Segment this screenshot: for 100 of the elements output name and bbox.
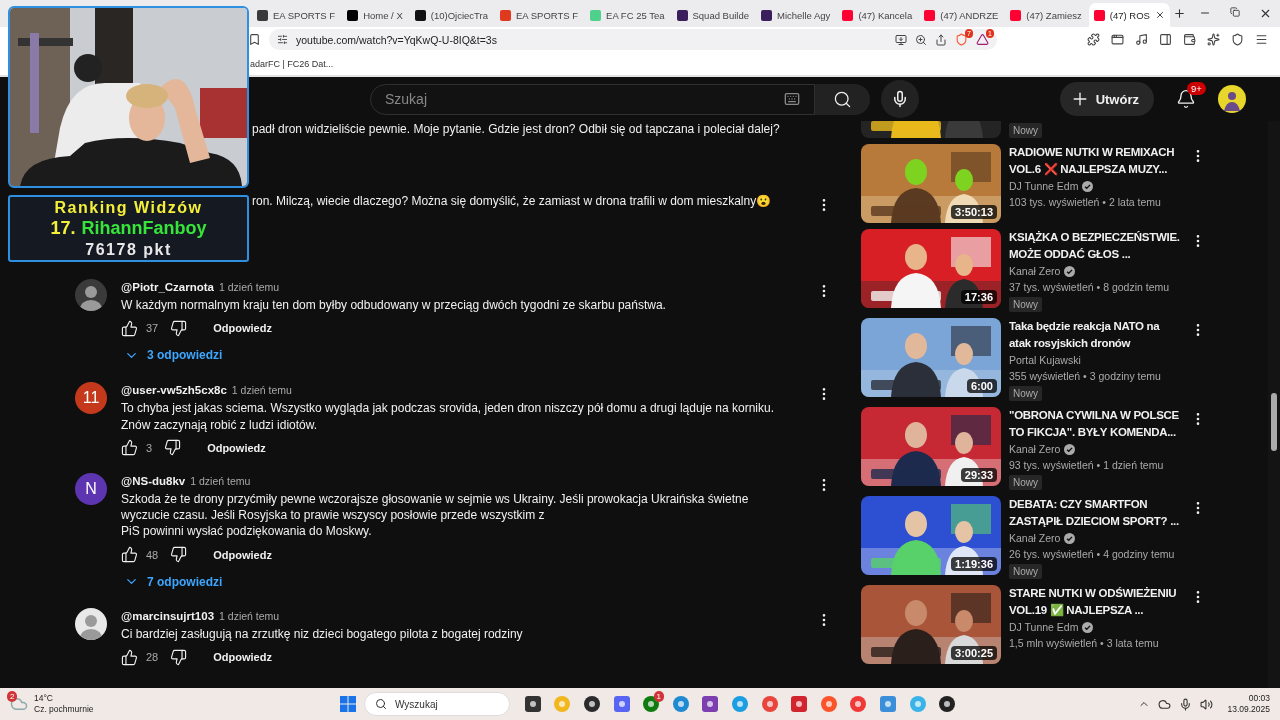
comment-time[interactable]: 1 dzień temu — [219, 279, 280, 295]
close-icon[interactable] — [1154, 10, 1165, 20]
like-icon[interactable] — [121, 439, 138, 457]
sparkles-icon[interactable] — [1207, 33, 1220, 46]
clock-time[interactable]: 00:03 — [1248, 693, 1270, 704]
site-settings-icon[interactable] — [277, 34, 288, 45]
browser-tab[interactable]: Squad Builde — [671, 3, 755, 27]
new-badge: Nowy — [1009, 386, 1042, 401]
dislike-icon[interactable] — [170, 546, 188, 564]
bookmark-icon[interactable] — [248, 33, 261, 46]
avatar[interactable]: 11 — [75, 382, 107, 415]
comment-author[interactable]: @user-vw5zh5cx8c — [121, 382, 227, 399]
comment-time[interactable]: 1 dzień temu — [219, 607, 280, 624]
video-title[interactable]: RADIOWE NUTKI W REMIXACH VOL.6 ❌ NAJLEPSZA MUZY... — [1009, 144, 1182, 178]
video-stats: 1,5 mln wyświetleń • 3 lata temu — [1009, 636, 1160, 651]
browser-tab[interactable]: Home / X — [342, 3, 408, 27]
channel-name[interactable]: DJ Tunne Edm — [1009, 178, 1079, 194]
browser-tab[interactable]: EA SPORTS F — [494, 3, 584, 27]
reply-button[interactable]: Odpowiedz — [207, 441, 266, 454]
share-icon[interactable] — [935, 33, 947, 46]
notification-badge: 2 — [7, 691, 18, 702]
comment-author[interactable]: @marcinsujrt103 — [121, 607, 215, 624]
bookmark-item[interactable]: adarFC | FC26 Dat... — [250, 58, 334, 69]
menu-icon[interactable] — [1255, 33, 1268, 46]
search-field[interactable]: Wyszukaj — [364, 692, 510, 716]
search-icon[interactable] — [833, 89, 852, 109]
browser-tab[interactable]: (47) Zamiesz — [1005, 3, 1087, 27]
like-count: 3 — [146, 441, 153, 454]
comment-time[interactable]: 1 dzień temu — [231, 382, 292, 399]
mic-icon[interactable] — [891, 90, 909, 108]
reply-button[interactable]: Odpowiedz — [213, 548, 272, 561]
sidebar-icon[interactable] — [1159, 33, 1172, 46]
channel-name[interactable]: Portal Kujawski — [1009, 352, 1081, 368]
new-tab-icon[interactable] — [1173, 7, 1187, 20]
duration-badge: 3:50:13 — [951, 205, 997, 219]
video-title[interactable]: KSIĄŻKA O BEZPIECZEŃSTWIE. MOŻE ODDAĆ GŁOS ... — [1009, 229, 1182, 263]
mic-icon[interactable] — [1179, 697, 1193, 711]
comment-author[interactable]: @NS-du8kv — [121, 472, 186, 489]
triangle-icon[interactable] — [976, 33, 989, 46]
search-field[interactable]: Szukaj — [370, 83, 815, 115]
comment-author[interactable]: @Piotr_Czarnota — [121, 279, 214, 295]
reply-button[interactable]: Odpowiedz — [213, 651, 272, 664]
avatar[interactable] — [1218, 85, 1246, 113]
reply-button[interactable]: Odpowiedz — [213, 322, 272, 335]
cloud-icon[interactable] — [1158, 697, 1172, 711]
channel-name[interactable]: Kanał Zero — [1009, 530, 1061, 546]
shield-icon[interactable] — [955, 33, 968, 46]
wallet-icon[interactable] — [1183, 33, 1196, 46]
like-icon[interactable] — [121, 319, 138, 337]
dislike-icon[interactable] — [170, 319, 188, 337]
like-icon[interactable] — [121, 648, 138, 666]
browser-tab[interactable]: (47) ANDRZE — [919, 3, 1004, 27]
avatar[interactable] — [75, 607, 107, 640]
video-title[interactable]: Taka będzie reakcja NATO na atak rosyjskich dronów — [1009, 318, 1182, 352]
comment-text: Ci bardziej zasługują na zrzutkę niz dzieci bogatego pilota z bogatej rodziny — [121, 625, 524, 643]
shield-icon[interactable] — [1231, 33, 1244, 46]
replies-button[interactable]: 3 odpowiedzi — [121, 341, 798, 370]
browser-tab[interactable]: (47) ROS — [1088, 3, 1170, 27]
viewer-points: 76178 pkt — [85, 240, 172, 260]
search-icon[interactable] — [375, 698, 387, 710]
restore-icon[interactable] — [1230, 7, 1240, 17]
avatar[interactable] — [75, 279, 107, 311]
browser-tab[interactable]: EA FC 25 Tea — [585, 3, 670, 27]
ranking-position: 17. — [50, 218, 76, 239]
zoom-icon[interactable] — [915, 33, 927, 46]
video-stats: 355 wyświetleń • 3 godziny temu — [1009, 369, 1162, 384]
video-title[interactable]: DEBATA: CZY SMARTFON ZASTĄPIŁ DZIECIOM SPORT? ... — [1009, 496, 1182, 530]
dislike-icon[interactable] — [164, 439, 182, 457]
install-icon[interactable] — [895, 33, 907, 46]
avatar[interactable]: N — [75, 472, 107, 505]
create-button[interactable]: Utwórz — [1059, 82, 1154, 116]
extensions-icon[interactable] — [1087, 33, 1100, 46]
app-icon[interactable] — [938, 695, 957, 713]
keyboard-icon[interactable] — [784, 91, 800, 107]
scrollbar[interactable] — [1268, 121, 1280, 688]
video-stats: 103 tys. wyświetleń • 2 lata temu — [1009, 195, 1162, 210]
like-icon[interactable] — [121, 546, 138, 564]
video-stats: 37 tys. wyświetleń • 8 godzin temu — [1009, 280, 1171, 295]
replies-button[interactable]: 7 odpowiedzi — [121, 567, 798, 596]
browser-tab[interactable]: (10)OjciecTra — [409, 3, 493, 27]
music-icon[interactable] — [1135, 33, 1148, 46]
channel-name[interactable]: Kanał Zero — [1009, 263, 1061, 279]
browser-tab[interactable]: (47) Kancela — [837, 3, 918, 27]
video-title[interactable]: STARE NUTKI W ODŚWIEŻENIU VOL.19 ✅ NAJLEPSZA ... — [1009, 585, 1182, 619]
channel-name[interactable]: DJ Tunne Edm — [1009, 619, 1079, 635]
browser-tab[interactable]: Michelle Agy — [756, 3, 836, 27]
weather-icon[interactable] — [10, 695, 28, 713]
channel-name[interactable]: Kanał Zero — [1009, 441, 1061, 457]
mic-button[interactable] — [881, 80, 919, 118]
search-button[interactable] — [815, 83, 870, 115]
dislike-icon[interactable] — [170, 648, 188, 666]
new-badge: Nowy — [1009, 297, 1042, 312]
volume-icon[interactable] — [1200, 697, 1214, 711]
clock-date[interactable]: 13.09.2025 — [1227, 704, 1270, 715]
video-title[interactable]: "OBRONA CYWILNA W POLSCE TO FIKCJA". BYŁY KOMENDA... — [1009, 407, 1182, 441]
comment-text: Szkoda że te drony przyćmiły pewne wczorajsze głosowanie w sejmie ws Ukrainy. Jeśli prowokacja Ukraińska świetne wyczucie czasu. Jeśli Rosyjska to prawie wszyscy posłowie przede wszystkim z PiS powinni wysłać podziękowania do Moskwy. — [121, 490, 750, 540]
video-stats: 93 tys. wyświetleń • 1 dzień temu — [1009, 458, 1165, 473]
comment-time[interactable]: 1 dzień temu — [190, 472, 251, 489]
browser-tab[interactable]: EA SPORTS F — [252, 3, 341, 27]
window-icon[interactable] — [1111, 33, 1124, 46]
